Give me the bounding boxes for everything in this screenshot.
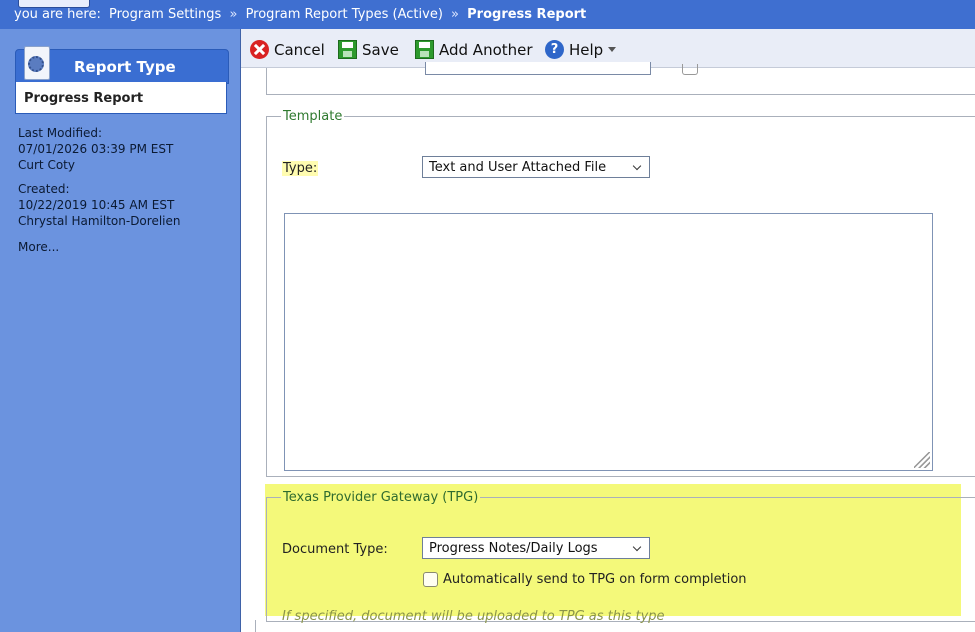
- main-content: Template Type: Text and User Attached Fi…: [241, 62, 975, 632]
- auto-send-checkbox[interactable]: [423, 572, 438, 587]
- document-type-label: Document Type:: [282, 542, 388, 557]
- document-settings-icon: [24, 46, 50, 80]
- breadcrumb-separator: »: [451, 7, 460, 22]
- resize-handle-icon[interactable]: [914, 452, 930, 468]
- checkbox-partial[interactable]: [682, 64, 698, 75]
- save-disk-icon: [338, 40, 357, 59]
- breadcrumb-prefix: you are here:: [14, 7, 101, 22]
- more-link[interactable]: More...: [18, 239, 59, 255]
- document-type-value: Progress Notes/Daily Logs: [429, 541, 598, 556]
- template-type-select[interactable]: Text and User Attached File: [422, 156, 650, 178]
- breadcrumb-bar: you are here: Program Settings » Program…: [0, 0, 975, 29]
- help-label: Help: [569, 40, 604, 59]
- gear-icon: [28, 56, 44, 72]
- last-modified-by: Curt Coty: [18, 158, 75, 172]
- template-type-label: Type:: [282, 161, 319, 176]
- breadcrumb: you are here: Program Settings » Program…: [14, 7, 590, 22]
- chevron-down-icon: [632, 542, 642, 552]
- auto-send-label[interactable]: Automatically send to TPG on form comple…: [443, 572, 747, 587]
- divider: [255, 620, 256, 632]
- created-by: Chrystal Hamilton-Dorelien: [18, 214, 181, 228]
- save-label: Save: [362, 40, 399, 59]
- last-modified-label: Last Modified:: [18, 126, 103, 140]
- help-button[interactable]: ? Help: [545, 40, 617, 59]
- add-another-button[interactable]: Add Another: [415, 40, 533, 59]
- breadcrumb-item-program-report-types[interactable]: Program Report Types (Active): [246, 7, 443, 22]
- template-text-area[interactable]: [284, 213, 933, 471]
- cancel-label: Cancel: [274, 40, 325, 59]
- tpg-hint: If specified, document will be uploaded …: [282, 609, 665, 624]
- last-modified-info: Last Modified: 07/01/2026 03:39 PM EST C…: [18, 125, 173, 173]
- help-icon: ?: [545, 40, 564, 59]
- category-select-partial[interactable]: [425, 62, 651, 75]
- breadcrumb-item-program-settings[interactable]: Program Settings: [109, 7, 221, 22]
- breadcrumb-current: Progress Report: [467, 7, 587, 22]
- template-type-value: Text and User Attached File: [429, 160, 607, 175]
- cancel-button[interactable]: Cancel: [250, 40, 325, 59]
- template-section: Template Type: Text and User Attached Fi…: [266, 109, 975, 477]
- created-label: Created:: [18, 182, 70, 196]
- report-type-name: Progress Report: [24, 91, 144, 106]
- report-type-card-body: Progress Report: [15, 82, 227, 114]
- created-date: 10/22/2019 10:45 AM EST: [18, 198, 175, 212]
- template-legend: Template: [283, 109, 343, 124]
- created-info: Created: 10/22/2019 10:45 AM EST Chrysta…: [18, 181, 181, 229]
- report-type-card-title: Report Type: [74, 58, 176, 76]
- document-type-select[interactable]: Progress Notes/Daily Logs: [422, 537, 650, 559]
- chevron-down-icon: [632, 161, 642, 171]
- add-another-disk-icon: [415, 40, 434, 59]
- chevron-down-icon: [608, 47, 617, 52]
- tpg-section: Texas Provider Gateway (TPG) Document Ty…: [266, 490, 975, 624]
- tpg-legend: Texas Provider Gateway (TPG): [283, 490, 479, 505]
- cancel-icon: [250, 40, 269, 59]
- sidebar: Report Type Progress Report Last Modifie…: [0, 29, 241, 632]
- breadcrumb-separator: »: [229, 7, 238, 22]
- add-another-label: Add Another: [439, 40, 533, 59]
- report-type-card-header: Report Type: [15, 46, 229, 84]
- previous-section-remnant: [266, 62, 975, 95]
- last-modified-date: 07/01/2026 03:39 PM EST: [18, 142, 174, 156]
- save-button[interactable]: Save: [338, 40, 399, 59]
